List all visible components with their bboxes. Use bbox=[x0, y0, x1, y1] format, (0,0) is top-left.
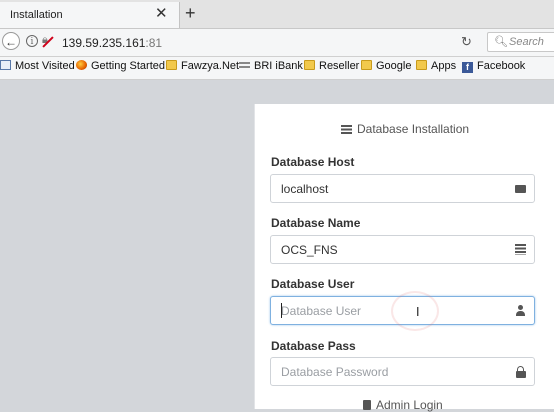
url-bar[interactable]: 139.59.235.161:81 bbox=[62, 36, 162, 50]
bookmarks-bar: Most Visited Getting Started Fawzya.Net … bbox=[0, 57, 554, 80]
click-highlight bbox=[393, 293, 437, 329]
bookmark-fawzya[interactable]: Fawzya.Net bbox=[166, 60, 239, 76]
firefox-icon bbox=[76, 60, 87, 70]
url-port: :81 bbox=[145, 36, 163, 50]
search-input[interactable]: 🔍︎ Search bbox=[487, 32, 554, 52]
installation-card: Database Installation Database Host loca… bbox=[254, 104, 554, 412]
bookmark-apps[interactable]: Apps bbox=[416, 60, 456, 76]
bookmark-reseller[interactable]: Reseller bbox=[304, 60, 359, 76]
db-pass-label: Database Pass bbox=[271, 339, 356, 353]
db-user-field[interactable]: Database User I bbox=[270, 296, 535, 325]
db-pass-placeholder: Database Password bbox=[281, 365, 389, 379]
db-name-field[interactable]: OCS_FNS bbox=[270, 235, 535, 264]
tab-installation[interactable]: Installation ✕ bbox=[0, 2, 180, 28]
back-arrow-icon[interactable]: ← bbox=[2, 32, 20, 50]
insecure-lock-icon[interactable]: 🔒︎ bbox=[42, 34, 48, 47]
db-name-value: OCS_FNS bbox=[281, 243, 338, 257]
admin-login-heading: Admin Login bbox=[363, 398, 443, 412]
bookmark-facebook[interactable]: f Facebook bbox=[462, 60, 525, 76]
url-host: 139.59.235.161 bbox=[62, 36, 146, 50]
hdd-icon bbox=[515, 185, 526, 193]
db-name-label: Database Name bbox=[271, 216, 361, 230]
bookmark-most-visited[interactable]: Most Visited bbox=[0, 60, 75, 76]
close-icon[interactable]: ✕ bbox=[155, 6, 168, 22]
db-host-field[interactable]: localhost bbox=[270, 174, 535, 203]
folder-icon bbox=[304, 60, 315, 70]
card-heading: Database Installation bbox=[341, 122, 469, 136]
new-tab-icon[interactable]: + bbox=[185, 3, 196, 23]
db-user-label: Database User bbox=[271, 277, 355, 291]
folder-icon bbox=[166, 60, 177, 70]
lock-icon bbox=[515, 366, 526, 378]
nav-bar: ← i 🔒︎ 139.59.235.161:81 ↻ 🔍︎ Search bbox=[0, 29, 554, 57]
database-icon bbox=[515, 244, 526, 255]
tab-title: Installation bbox=[10, 9, 63, 21]
reload-icon[interactable]: ↻ bbox=[461, 34, 472, 50]
bookmark-bri-ibank[interactable]: BRI iBank bbox=[239, 60, 303, 76]
search-placeholder: Search bbox=[509, 36, 544, 48]
info-icon[interactable]: i bbox=[26, 35, 38, 47]
folder-icon bbox=[416, 60, 427, 70]
db-user-placeholder: Database User bbox=[281, 304, 362, 318]
tab-strip: Installation ✕ + bbox=[0, 0, 554, 29]
db-host-value: localhost bbox=[281, 182, 329, 196]
db-pass-field[interactable]: Database Password bbox=[270, 357, 535, 386]
db-host-label: Database Host bbox=[271, 155, 355, 169]
bookmark-google[interactable]: Google bbox=[361, 60, 411, 76]
folder-icon bbox=[361, 60, 372, 70]
database-icon bbox=[341, 125, 352, 134]
ibeam-cursor-icon: I bbox=[416, 305, 420, 319]
search-icon: 🔍︎ bbox=[494, 36, 508, 48]
page-icon bbox=[239, 62, 250, 70]
facebook-icon: f bbox=[462, 62, 473, 73]
most-visited-icon bbox=[0, 60, 11, 70]
bookmark-getting-started[interactable]: Getting Started bbox=[76, 60, 165, 76]
user-icon bbox=[515, 305, 526, 316]
